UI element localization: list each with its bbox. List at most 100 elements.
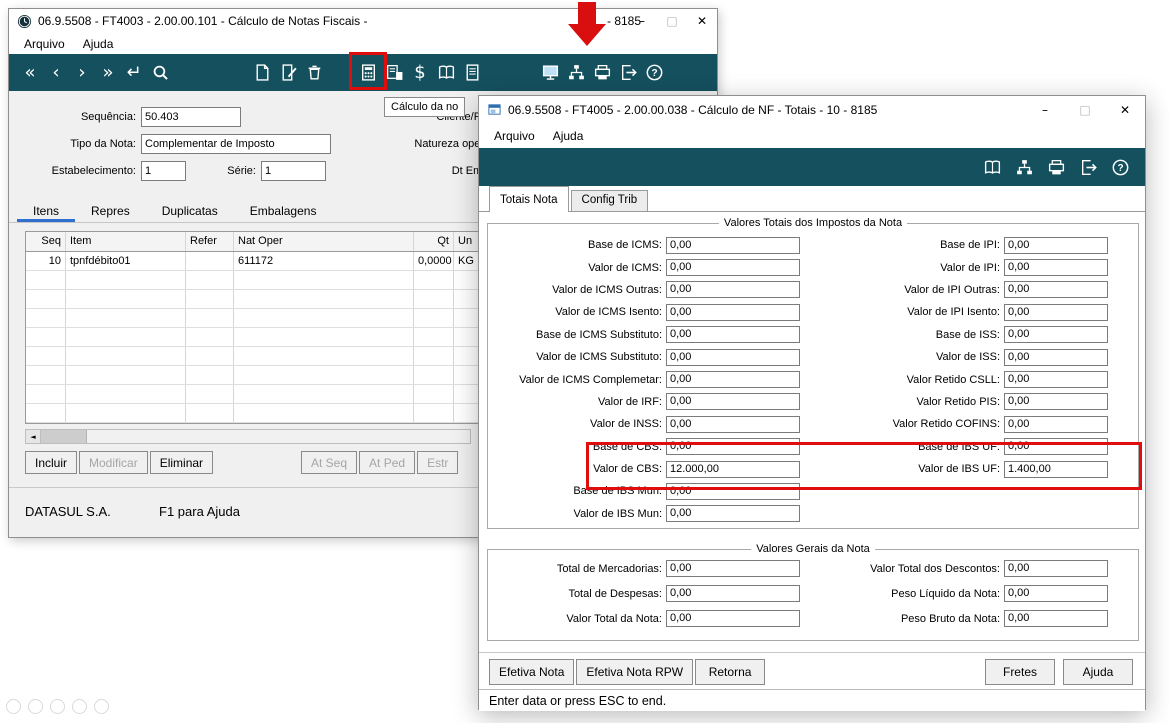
exit-icon[interactable]: [1075, 154, 1101, 180]
serie-input[interactable]: 1: [261, 161, 326, 181]
retorna-button[interactable]: Retorna: [695, 659, 766, 685]
delete-icon[interactable]: [301, 60, 327, 86]
valor-de-icms-isento-input[interactable]: 0,00: [666, 303, 800, 321]
printer-icon[interactable]: [1043, 154, 1069, 180]
column-header-item[interactable]: Item: [66, 232, 186, 251]
book-icon[interactable]: [433, 60, 459, 86]
titlebar-ft4005[interactable]: 06.9.5508 - FT4005 - 2.00.00.038 - Cálcu…: [479, 96, 1145, 123]
total-de-mercadorias-input[interactable]: 0,00: [666, 560, 800, 577]
help-icon[interactable]: ?: [641, 60, 667, 86]
base-de-ibs-mun-input[interactable]: 0,00: [666, 482, 800, 500]
valor-total-da-nota-input[interactable]: 0,00: [666, 610, 800, 627]
tab-embalagens[interactable]: Embalagens: [234, 199, 333, 222]
exit-icon[interactable]: [615, 60, 641, 86]
valor-de-ipi-input[interactable]: 0,00: [1004, 259, 1108, 277]
field-row: Valor Retido CSLL: 0,00: [824, 368, 1108, 390]
fretes-button[interactable]: Fretes: [985, 659, 1055, 685]
org-tree-icon[interactable]: [563, 60, 589, 86]
table-cell: [234, 309, 414, 327]
maximize-button[interactable]: □: [1065, 96, 1105, 123]
column-header-seq[interactable]: Seq: [26, 232, 66, 251]
book-icon[interactable]: [979, 154, 1005, 180]
at-seq-button[interactable]: At Seq: [301, 451, 358, 474]
valor-de-cbs-input[interactable]: 12.000,00: [666, 460, 800, 478]
valor-de-ibs-uf-input[interactable]: 1.400,00: [1004, 460, 1108, 478]
column-header-refer[interactable]: Refer: [186, 232, 234, 251]
tab-totais-nota[interactable]: Totais Nota: [489, 186, 569, 212]
eliminar-button[interactable]: Eliminar: [149, 451, 214, 474]
dollar-icon[interactable]: $: [407, 60, 433, 86]
valor-retido-pis-input[interactable]: 0,00: [1004, 393, 1108, 411]
valor-de-iss-input[interactable]: 0,00: [1004, 348, 1108, 366]
base-de-iss-input[interactable]: 0,00: [1004, 326, 1108, 344]
tab-repres[interactable]: Repres: [75, 199, 146, 222]
menu-ajuda[interactable]: Ajuda: [74, 35, 123, 53]
efetiva-nota-rpw-button[interactable]: Efetiva Nota RPW: [576, 659, 694, 685]
menu-arquivo[interactable]: Arquivo: [485, 127, 544, 145]
tab-config-trib[interactable]: Config Trib: [570, 190, 649, 211]
minimize-button[interactable]: –: [1025, 96, 1065, 123]
edit-document-icon[interactable]: [275, 60, 301, 86]
valor-de-ipi-isento-input[interactable]: 0,00: [1004, 303, 1108, 321]
sequencia-input[interactable]: 50.403: [141, 107, 241, 127]
valor-de-inss-input[interactable]: 0,00: [666, 415, 800, 433]
horizontal-scrollbar[interactable]: ◄: [25, 429, 471, 444]
tab-duplicatas[interactable]: Duplicatas: [146, 199, 234, 222]
modificar-button[interactable]: Modificar: [79, 451, 148, 474]
estabelecimento-input[interactable]: 1: [141, 161, 186, 181]
prev-icon[interactable]: ‹: [43, 60, 69, 86]
field-row: Valor de ICMS Complemetar: 0,00: [488, 368, 800, 390]
valor-de-icms-input[interactable]: 0,00: [666, 259, 800, 277]
new-document-icon[interactable]: [249, 60, 275, 86]
column-header-nat-oper[interactable]: Nat Oper: [234, 232, 414, 251]
first-icon[interactable]: «: [17, 60, 43, 86]
base-de-cbs-input[interactable]: 0,00: [666, 438, 800, 456]
valor-retido-cofins-input[interactable]: 0,00: [1004, 415, 1108, 433]
tab-itens[interactable]: Itens: [17, 199, 76, 222]
calculator-icon[interactable]: [355, 60, 381, 86]
document-info-icon[interactable]: [459, 60, 485, 86]
tipo-da-nota-input[interactable]: Complementar de Imposto: [141, 134, 331, 154]
base-de-ibs-uf-input[interactable]: 0,00: [1004, 438, 1108, 456]
peso-liquido-da-nota-input[interactable]: 0,00: [1004, 585, 1108, 602]
ajuda-button[interactable]: Ajuda: [1063, 659, 1133, 685]
minimize-button[interactable]: –: [627, 9, 657, 33]
base-de-icms-substituto-input[interactable]: 0,00: [666, 326, 800, 344]
scroll-thumb[interactable]: [41, 430, 87, 443]
search-icon[interactable]: [147, 60, 173, 86]
valor-de-icms-substituto-input[interactable]: 0,00: [666, 348, 800, 366]
efetiva-nota-button[interactable]: Efetiva Nota: [489, 659, 575, 685]
calc-sheet-icon[interactable]: [381, 60, 407, 86]
valor-total-dos-descontos-input[interactable]: 0,00: [1004, 560, 1108, 577]
menu-ajuda[interactable]: Ajuda: [544, 127, 593, 145]
scroll-left-arrow-icon[interactable]: ◄: [26, 430, 41, 443]
help-icon[interactable]: ?: [1107, 154, 1133, 180]
return-icon[interactable]: ↵: [121, 60, 147, 86]
table-cell: [66, 309, 186, 327]
base-de-icms-input[interactable]: 0,00: [666, 236, 800, 254]
close-button[interactable]: ✕: [1105, 96, 1145, 123]
printer-icon[interactable]: [589, 60, 615, 86]
at-ped-button[interactable]: At Ped: [359, 451, 416, 474]
column-header-qt[interactable]: Qt: [414, 232, 454, 251]
valor-retido-csll-input[interactable]: 0,00: [1004, 371, 1108, 389]
base-de-ipi-input[interactable]: 0,00: [1004, 236, 1108, 254]
last-icon[interactable]: »: [95, 60, 121, 86]
valor-total-da-nota-label: Valor Total da Nota:: [566, 612, 662, 625]
maximize-button[interactable]: □: [657, 9, 687, 33]
monitor-icon[interactable]: [537, 60, 563, 86]
close-button[interactable]: ✕: [687, 9, 717, 33]
menu-arquivo[interactable]: Arquivo: [15, 35, 74, 53]
incluir-button[interactable]: Incluir: [25, 451, 78, 474]
org-tree-icon[interactable]: [1011, 154, 1037, 180]
estr-button[interactable]: Estr: [417, 451, 459, 474]
total-de-despesas-input[interactable]: 0,00: [666, 585, 800, 602]
peso-bruto-da-nota-input[interactable]: 0,00: [1004, 610, 1108, 627]
valor-de-irf-input[interactable]: 0,00: [666, 393, 800, 411]
next-icon[interactable]: ›: [69, 60, 95, 86]
valor-de-icms-complemetar-input[interactable]: 0,00: [666, 371, 800, 389]
titlebar-ft4003[interactable]: 06.9.5508 - FT4003 - 2.00.00.101 - Cálcu…: [9, 9, 717, 33]
valor-de-icms-outras-input[interactable]: 0,00: [666, 281, 800, 299]
valor-de-ibs-mun-input[interactable]: 0,00: [666, 505, 800, 523]
valor-de-ipi-outras-input[interactable]: 0,00: [1004, 281, 1108, 299]
